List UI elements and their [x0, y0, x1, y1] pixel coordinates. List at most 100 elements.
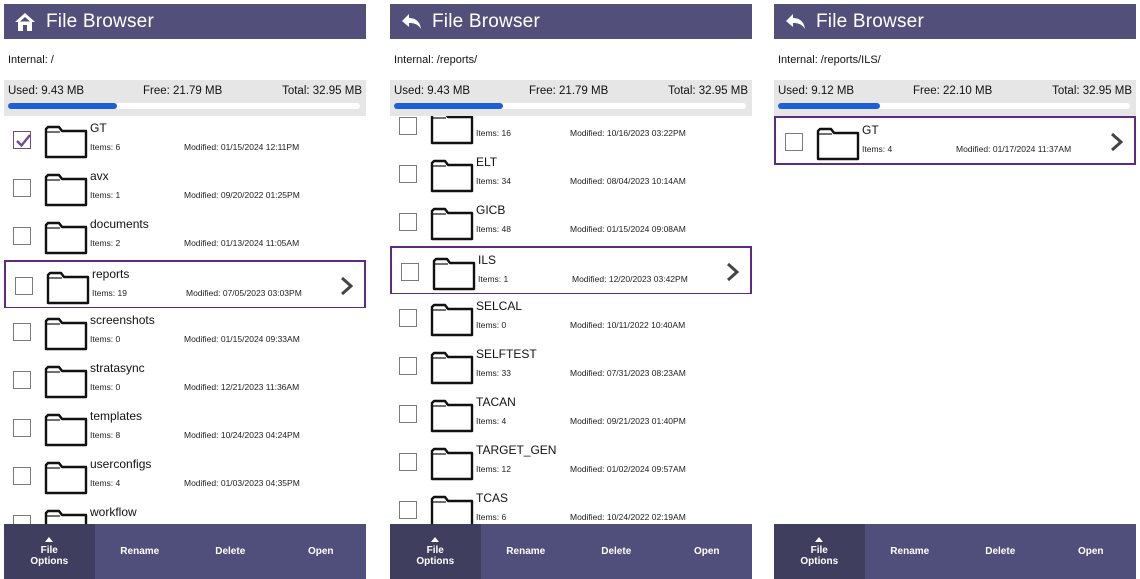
- list-item[interactable]: TACAN Items: 4 Modified: 09/21/2023 01:40P…: [390, 390, 752, 439]
- app-title: File Browser: [432, 10, 540, 32]
- chevron-right-icon[interactable]: [1110, 132, 1124, 152]
- select-checkbox[interactable]: [399, 165, 417, 183]
- folder-name: avx: [90, 169, 109, 183]
- list-item[interactable]: templates Items: 8 Modified: 10/24/2023 04…: [4, 404, 366, 453]
- list-item[interactable]: SELCAL Items: 0 Modified: 10/11/2022 10:40…: [390, 294, 752, 343]
- title-bar: File Browser: [390, 4, 752, 39]
- current-path: Internal: /: [8, 54, 54, 66]
- list-item[interactable]: GICB Items: 48 Modified: 01/15/2024 09:08A…: [390, 198, 752, 247]
- delete-button[interactable]: Delete: [955, 524, 1046, 579]
- folder-item-count: Items: 1: [90, 190, 121, 200]
- list-item[interactable]: screenshots Items: 0 Modified: 01/15/2024 …: [4, 308, 366, 357]
- list-item[interactable]: stratasync Items: 0 Modified: 12/21/2023 1…: [4, 356, 366, 405]
- folder-name: GT: [862, 123, 879, 137]
- file-options-button[interactable]: File Options: [390, 524, 481, 579]
- open-button[interactable]: Open: [1046, 524, 1137, 579]
- storage-stats: Used: 9.43 MB Free: 21.79 MB Total: 32.95 …: [4, 80, 366, 116]
- back-arrow-icon[interactable]: [784, 11, 806, 33]
- folder-modified: Modified: 01/15/2024 09:33AM: [184, 334, 300, 344]
- list-item[interactable]: SELFTEST Items: 33 Modified: 07/31/2023 08…: [390, 342, 752, 391]
- select-checkbox[interactable]: [399, 501, 417, 519]
- open-label: Open: [693, 546, 720, 557]
- select-checkbox[interactable]: [13, 323, 31, 341]
- file-options-button[interactable]: File Options: [774, 524, 865, 579]
- folder-name: TACAN: [476, 395, 516, 409]
- select-checkbox[interactable]: [399, 357, 417, 375]
- select-checkbox[interactable]: [13, 467, 31, 485]
- list-item[interactable]: TCAS Items: 6 Modified: 10/24/2022 02:19AM: [390, 486, 752, 524]
- folder-modified: Modified: 10/24/2023 04:24PM: [184, 430, 300, 440]
- list-item[interactable]: ELT Items: 34 Modified: 08/04/2023 10:14AM: [390, 150, 752, 199]
- list-item[interactable]: reports Items: 19 Modified: 07/05/2023 03:…: [4, 260, 366, 309]
- folder-name: ELT: [476, 155, 498, 169]
- chevron-right-icon[interactable]: [340, 276, 354, 296]
- folder-name: userconfigs: [90, 457, 152, 471]
- usage-bar-fill: [394, 103, 504, 109]
- rename-button[interactable]: Rename: [481, 524, 572, 579]
- panel-root: File Browser Internal: / Used: 9.43 MB Free…: [4, 4, 366, 579]
- home-icon[interactable]: [14, 11, 36, 33]
- file-list[interactable]: GT Items: 6 Modified: 01/15/2024 12:11PM av…: [4, 116, 366, 524]
- folder-icon: [430, 299, 474, 337]
- select-checkbox[interactable]: [399, 117, 417, 135]
- delete-button[interactable]: Delete: [571, 524, 662, 579]
- file-options-button[interactable]: File Options: [4, 524, 95, 579]
- rename-button[interactable]: Rename: [865, 524, 956, 579]
- list-item[interactable]: userconfigs Items: 4 Modified: 01/03/2023 …: [4, 452, 366, 501]
- chevron-right-icon[interactable]: [726, 262, 740, 282]
- back-arrow-icon[interactable]: [400, 11, 422, 33]
- folder-name: GICB: [476, 203, 506, 217]
- file-list[interactable]: Items: 16 Modified: 10/16/2023 03:22PM ELT…: [390, 116, 752, 524]
- folder-name: stratasync: [90, 361, 145, 375]
- select-checkbox[interactable]: [13, 419, 31, 437]
- open-label: Open: [1077, 546, 1104, 557]
- list-item[interactable]: ILS Items: 1 Modified: 12/20/2023 03:42PM: [390, 246, 752, 295]
- folder-item-count: Items: 33: [476, 368, 511, 378]
- folder-name: templates: [90, 409, 143, 423]
- select-checkbox[interactable]: [15, 277, 33, 295]
- folder-name: ILS: [478, 253, 497, 267]
- select-checkbox[interactable]: [399, 453, 417, 471]
- select-checkbox[interactable]: [401, 263, 419, 281]
- free-space: Free: 22.10 MB: [913, 85, 993, 97]
- open-button[interactable]: Open: [276, 524, 367, 579]
- folder-item-count: Items: 1: [478, 274, 509, 284]
- select-checkbox[interactable]: [13, 515, 31, 524]
- select-checkbox[interactable]: [13, 371, 31, 389]
- folder-item-count: Items: 16: [476, 128, 511, 138]
- folder-name: documents: [90, 217, 149, 231]
- rename-button[interactable]: Rename: [95, 524, 186, 579]
- folder-name: TARGET_GEN: [476, 443, 557, 457]
- file-options-label-1: File: [426, 544, 444, 556]
- open-button[interactable]: Open: [662, 524, 753, 579]
- list-item[interactable]: workflow: [4, 500, 366, 524]
- select-checkbox[interactable]: [785, 133, 803, 151]
- usage-bar: [8, 103, 360, 109]
- list-item[interactable]: Items: 16 Modified: 10/16/2023 03:22PM: [390, 116, 752, 151]
- folder-icon: [44, 169, 88, 207]
- folder-item-count: Items: 2: [90, 238, 121, 248]
- folder-icon: [44, 121, 88, 159]
- select-checkbox[interactable]: [13, 227, 31, 245]
- folder-item-count: Items: 4: [90, 478, 121, 488]
- list-item[interactable]: GT Items: 6 Modified: 01/15/2024 12:11PM: [4, 116, 366, 165]
- folder-icon: [44, 217, 88, 255]
- select-checkbox[interactable]: [399, 309, 417, 327]
- select-checkbox[interactable]: [13, 131, 31, 149]
- delete-button[interactable]: Delete: [185, 524, 276, 579]
- folder-modified: Modified: 12/21/2023 11:36AM: [184, 382, 300, 392]
- folder-icon: [44, 505, 88, 524]
- select-checkbox[interactable]: [13, 179, 31, 197]
- list-item[interactable]: documents Items: 2 Modified: 01/13/2024 11…: [4, 212, 366, 261]
- list-item[interactable]: GT Items: 4 Modified: 01/17/2024 11:37AM: [774, 116, 1136, 165]
- select-checkbox[interactable]: [399, 213, 417, 231]
- folder-name: SELFTEST: [476, 347, 537, 361]
- arrow-up-icon: [431, 536, 440, 542]
- title-bar: File Browser: [774, 4, 1136, 39]
- folder-icon: [430, 443, 474, 481]
- list-item[interactable]: avx Items: 1 Modified: 09/20/2022 01:25PM: [4, 164, 366, 213]
- select-checkbox[interactable]: [399, 405, 417, 423]
- file-list[interactable]: GT Items: 4 Modified: 01/17/2024 11:37AM: [774, 116, 1136, 524]
- list-item[interactable]: TARGET_GEN Items: 12 Modified: 01/02/2024 …: [390, 438, 752, 487]
- folder-name: GT: [90, 121, 107, 135]
